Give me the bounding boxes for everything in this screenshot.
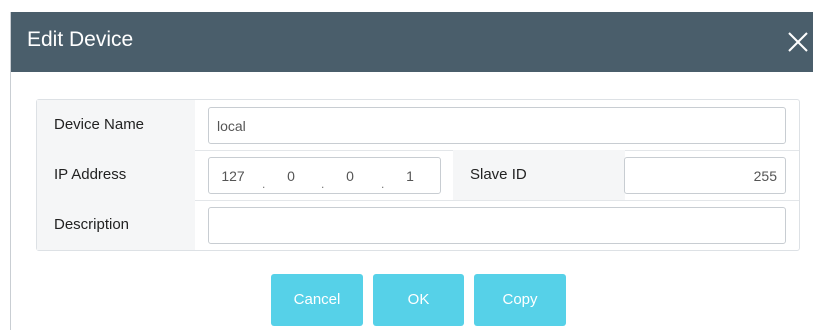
edit-device-dialog: Edit Device Device Name IP Address 127 .… — [10, 12, 813, 330]
close-icon — [788, 32, 808, 52]
ok-button[interactable]: OK — [373, 274, 464, 326]
ip-octet-2[interactable]: 0 — [271, 168, 311, 184]
ip-separator: . — [262, 177, 266, 191]
cancel-button[interactable]: Cancel — [271, 274, 363, 326]
close-button[interactable] — [782, 26, 813, 58]
ip-octet-1[interactable]: 127 — [213, 168, 253, 184]
device-name-label-cell: Device Name — [37, 100, 195, 150]
description-label-cell: Description — [37, 200, 195, 250]
device-name-row: Device Name — [37, 100, 799, 151]
description-input[interactable] — [208, 207, 786, 244]
description-label: Description — [54, 216, 130, 233]
ip-address-label: IP Address — [54, 166, 127, 183]
device-name-label: Device Name — [54, 116, 145, 133]
ip-address-input[interactable]: 127 . 0 . 0 . 1 — [208, 157, 441, 194]
ip-octet-4[interactable]: 1 — [390, 168, 430, 184]
device-name-input[interactable] — [208, 107, 786, 144]
dialog-title: Edit Device — [27, 28, 134, 51]
copy-button[interactable]: Copy — [474, 274, 566, 326]
slave-id-label-cell: Slave ID — [453, 150, 625, 200]
description-row: Description — [37, 200, 799, 250]
device-form: Device Name IP Address 127 . 0 . 0 . 1 S… — [36, 99, 800, 251]
ip-separator: . — [381, 177, 385, 191]
slave-id-input[interactable] — [624, 157, 786, 194]
dialog-titlebar: Edit Device — [11, 12, 813, 72]
ip-address-label-cell: IP Address — [37, 150, 195, 200]
ip-address-row: IP Address 127 . 0 . 0 . 1 Slave ID — [37, 150, 799, 201]
ip-separator: . — [321, 177, 325, 191]
ip-octet-3[interactable]: 0 — [330, 168, 370, 184]
slave-id-label: Slave ID — [470, 166, 527, 183]
